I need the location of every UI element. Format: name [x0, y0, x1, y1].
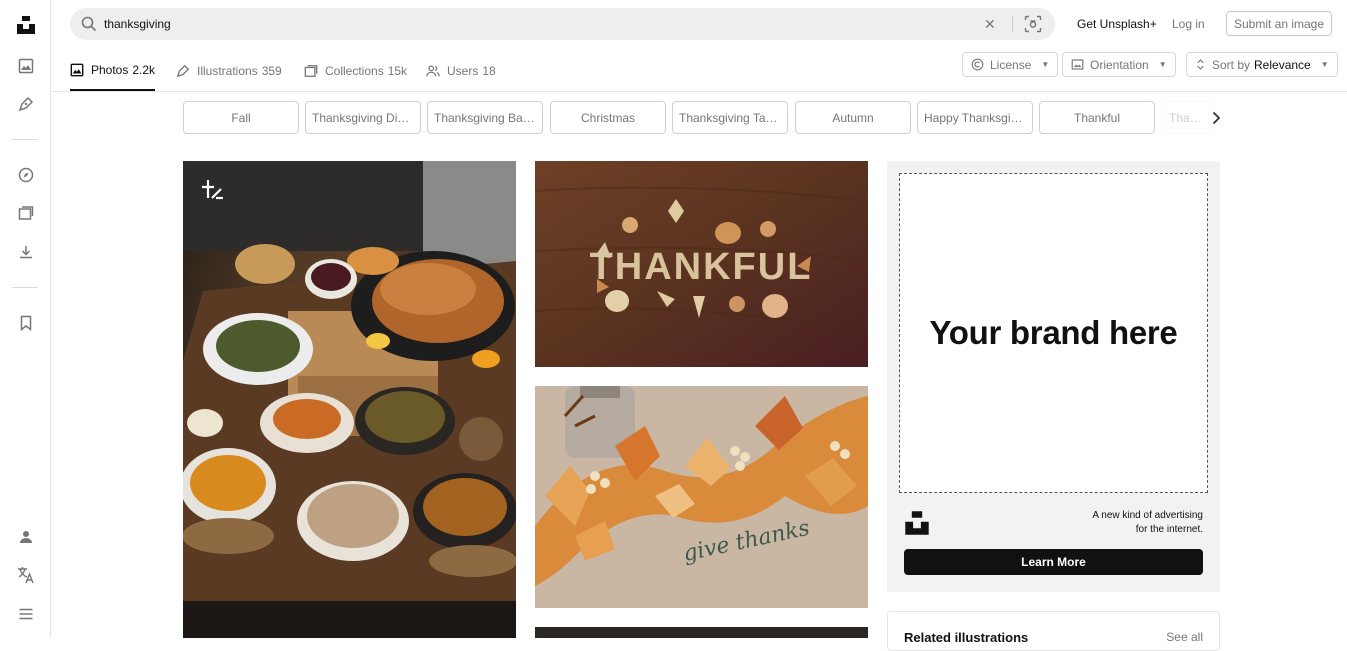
- search-icon[interactable]: [80, 15, 98, 38]
- tab-label: Photos: [91, 62, 129, 77]
- sort-filter[interactable]: Sort by Relevance ▼: [1186, 52, 1338, 77]
- orientation-label: Orientation: [1090, 57, 1149, 72]
- image-icon: [70, 63, 84, 76]
- search-bar: ✕: [70, 8, 1055, 40]
- tab-illustrations[interactable]: Illustrations 359: [176, 50, 282, 91]
- chevron-down-icon: ▼: [1041, 60, 1050, 69]
- photo-thanksgiving-dinner[interactable]: [183, 161, 516, 638]
- download-icon[interactable]: [14, 240, 37, 263]
- copyright-icon: [971, 58, 984, 71]
- learn-more-button[interactable]: Learn More: [904, 549, 1203, 575]
- image-icon[interactable]: [14, 54, 37, 77]
- tab-count: 18: [482, 63, 496, 78]
- orientation-filter[interactable]: Orientation ▼: [1062, 52, 1176, 77]
- see-all-link[interactable]: See all: [1166, 630, 1203, 644]
- license-label: License: [990, 57, 1032, 72]
- user-icon[interactable]: [14, 525, 37, 548]
- tab-users[interactable]: Users 18: [426, 50, 496, 91]
- photo-image: [183, 161, 516, 638]
- tab-label: Illustrations: [197, 63, 258, 78]
- search-divider: [1012, 16, 1013, 32]
- rail-divider: [12, 287, 38, 288]
- ad-creative[interactable]: Your brand here: [899, 173, 1208, 493]
- related-chip[interactable]: Thankful: [1039, 101, 1155, 134]
- pen-icon: [176, 64, 190, 77]
- tab-label: Users: [447, 63, 479, 78]
- related-chip[interactable]: Fall: [183, 101, 299, 134]
- collections-icon[interactable]: [14, 201, 37, 224]
- translate-icon[interactable]: [14, 563, 37, 586]
- tab-photos[interactable]: Photos 2.2k: [70, 50, 156, 91]
- unsplash-plus-icon: [199, 177, 225, 208]
- orientation-icon: [1071, 59, 1084, 70]
- compass-icon[interactable]: [14, 163, 37, 186]
- sort-prefix: Sort by: [1212, 57, 1251, 72]
- submit-image-button[interactable]: Submit an image: [1226, 11, 1332, 36]
- photo-thankful-letters[interactable]: THANKFUL: [535, 161, 868, 367]
- sort-value: Relevance: [1254, 57, 1311, 72]
- menu-icon[interactable]: [14, 602, 37, 625]
- ad-tagline: A new kind of advertising for the intern…: [1092, 510, 1203, 535]
- license-filter[interactable]: License ▼: [962, 52, 1059, 77]
- pen-icon[interactable]: [14, 92, 37, 115]
- sort-icon: [1197, 59, 1204, 70]
- collections-icon: [304, 64, 318, 77]
- login-link[interactable]: Log in: [1172, 17, 1205, 31]
- header-divider: [51, 91, 1347, 92]
- chevron-down-icon: ▼: [1158, 60, 1167, 69]
- bookmark-icon[interactable]: [14, 311, 37, 334]
- search-input[interactable]: [104, 14, 964, 34]
- related-illustrations: Related illustrations See all: [887, 611, 1220, 651]
- thankful-text: THANKFUL: [590, 246, 813, 288]
- get-unsplash-plus-link[interactable]: Get Unsplash+: [1077, 17, 1157, 31]
- related-chip[interactable]: Thanksgiving Background: [427, 101, 543, 134]
- users-icon: [426, 64, 440, 76]
- related-chip[interactable]: Thanksgiving Table: [672, 101, 788, 134]
- related-chip[interactable]: Thanksgiving Dinner: [305, 101, 421, 134]
- related-chip[interactable]: Christmas: [550, 101, 666, 134]
- sponsored-ad: Your brand here A new kind of advertisin…: [887, 161, 1220, 592]
- photo-dark[interactable]: [535, 627, 868, 638]
- tab-count: 359: [261, 63, 282, 78]
- tab-count: 2.2k: [132, 62, 156, 77]
- clear-search-icon[interactable]: ✕: [984, 16, 996, 32]
- rail-divider: [12, 139, 38, 140]
- chevron-down-icon: ▼: [1320, 60, 1329, 69]
- photo-image: give thanks: [535, 386, 868, 608]
- related-chip[interactable]: Happy Thanksgiving: [917, 101, 1033, 134]
- photo-give-thanks-garland[interactable]: give thanks: [535, 386, 868, 608]
- left-rail: [0, 0, 51, 638]
- unsplash-logo-icon: [904, 510, 930, 541]
- unsplash-logo-icon[interactable]: [14, 13, 37, 36]
- visual-search-icon[interactable]: [1024, 15, 1042, 38]
- tab-count: 15k: [387, 63, 408, 78]
- chevron-right-icon[interactable]: [1206, 108, 1226, 128]
- photo-image: THANKFUL: [535, 161, 868, 367]
- tab-label: Collections: [325, 63, 384, 78]
- ad-headline: Your brand here: [929, 314, 1178, 351]
- tab-collections[interactable]: Collections 15k: [304, 50, 407, 91]
- related-chip[interactable]: Autumn: [795, 101, 911, 134]
